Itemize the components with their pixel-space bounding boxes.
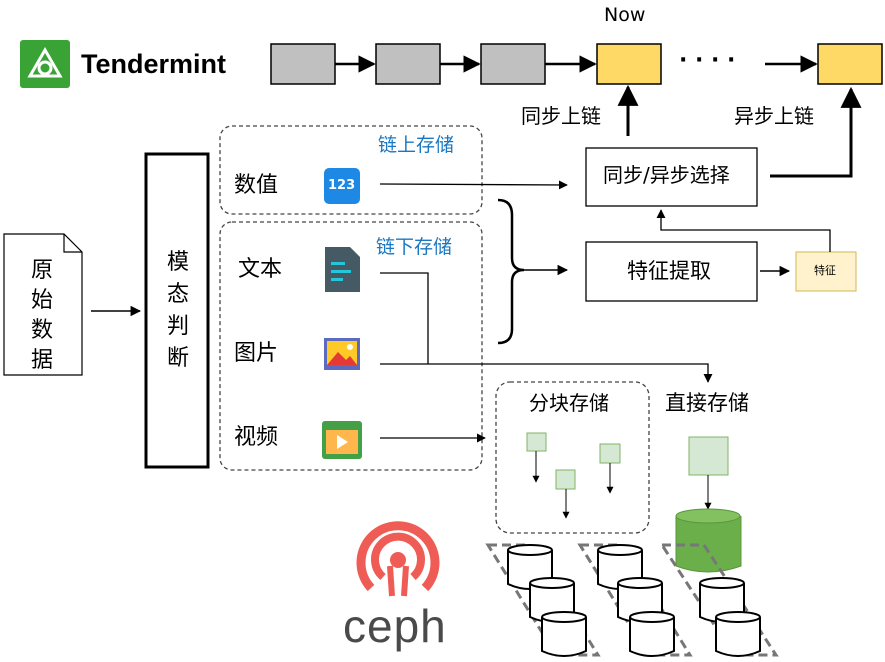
chain-block-now — [596, 43, 662, 85]
direct-storage-cylinder — [675, 508, 742, 573]
tendermint-brand: Tendermint — [81, 49, 227, 79]
text-document-icon — [325, 247, 360, 292]
chain-block-2 — [375, 43, 441, 85]
blockchain — [270, 43, 883, 85]
numeric-icon-text: 123 — [328, 178, 356, 193]
chain-block-future — [817, 43, 883, 85]
block-storage-label: 分块存储 — [529, 391, 609, 415]
raw-data-label: 原始数据 — [30, 258, 53, 373]
tendermint-logo-icon — [20, 40, 70, 88]
ceph-brand: ceph — [343, 600, 447, 652]
chain-block-1 — [270, 43, 336, 85]
video-icon — [322, 421, 362, 459]
on-chain-storage-label: 链上存储 — [378, 134, 455, 156]
async-chain-label: 异步上链 — [734, 104, 814, 128]
modality-label: 模态判断 — [166, 250, 189, 371]
chain-block-3 — [480, 43, 546, 85]
storage-disk — [715, 611, 761, 657]
ceph-logo-icon — [356, 521, 440, 597]
grouping-brace — [497, 198, 525, 345]
sync-async-select-label: 同步/异步选择 — [603, 163, 730, 187]
direct-storage-label: 直接存储 — [665, 391, 749, 415]
off-chain-storage-label: 链下存储 — [376, 236, 453, 258]
storage-disk — [629, 611, 675, 657]
storage-disk — [541, 611, 587, 657]
now-label: Now — [604, 4, 646, 26]
image-icon — [324, 338, 360, 370]
image-label: 图片 — [234, 341, 279, 366]
video-label: 视频 — [234, 425, 279, 450]
feature-label: 特征 — [814, 264, 836, 277]
sync-chain-label: 同步上链 — [521, 104, 601, 128]
diagram-canvas — [3, 40, 883, 657]
text-label: 文本 — [238, 257, 283, 282]
numeric-label: 数值 — [234, 173, 279, 198]
chain-ellipsis: · · · · — [679, 48, 736, 73]
feature-extract-label: 特征提取 — [627, 259, 711, 283]
